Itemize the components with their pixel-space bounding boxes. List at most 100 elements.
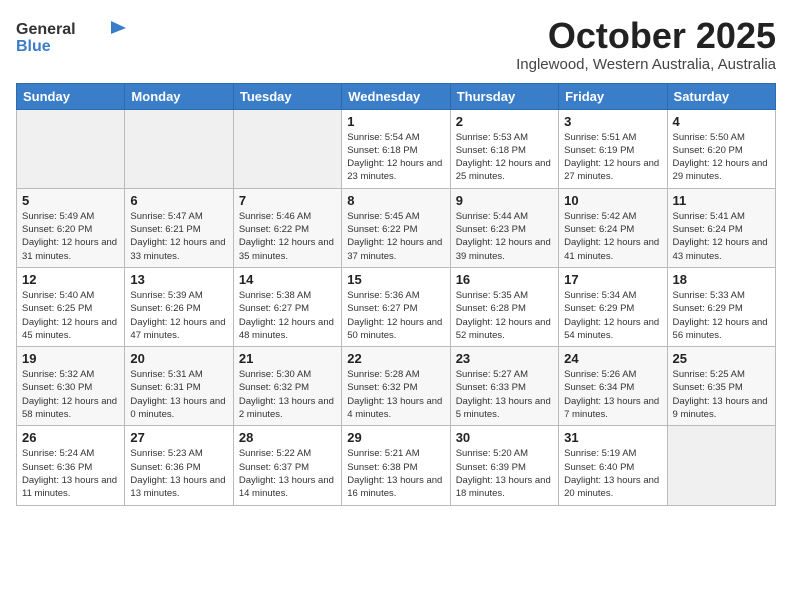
calendar-week-row: 19 Sunrise: 5:32 AM Sunset: 6:30 PM Dayli…	[17, 347, 776, 426]
calendar-day-cell: 25Sunrise: 5:25 AM Sunset: 6:35 PM Dayli…	[667, 347, 775, 426]
day-info: Sunrise: 5:30 AM Sunset: 6:32 PM Dayligh…	[239, 368, 336, 421]
calendar-day-cell: 30 Sunrise: 5:20 AM Sunset: 6:39 PM Dayli…	[450, 426, 558, 505]
calendar-day-cell: 3 Sunrise: 5:51 AM Sunset: 6:19 PM Daylig…	[559, 109, 667, 188]
calendar-day-cell: 27 Sunrise: 5:23 AM Sunset: 6:36 PM Dayli…	[125, 426, 233, 505]
logo-icon: General Blue	[16, 16, 126, 56]
calendar-day-cell: 13 Sunrise: 5:39 AM Sunset: 6:26 PM Dayli…	[125, 267, 233, 346]
calendar-day-cell: 22 Sunrise: 5:28 AM Sunset: 6:32 PM Dayli…	[342, 347, 450, 426]
calendar-table: SundayMondayTuesdayWednesdayThursdayFrid…	[16, 83, 776, 506]
calendar-week-row: 5 Sunrise: 5:49 AM Sunset: 6:20 PM Daylig…	[17, 188, 776, 267]
day-info: Sunrise: 5:41 AM Sunset: 6:24 PM Dayligh…	[673, 210, 770, 263]
day-number: 5	[22, 193, 119, 208]
day-info: Sunrise: 5:44 AM Sunset: 6:23 PM Dayligh…	[456, 210, 553, 263]
day-info: Sunrise: 5:19 AM Sunset: 6:40 PM Dayligh…	[564, 447, 661, 500]
day-number: 4	[673, 114, 770, 129]
day-info: Sunrise: 5:53 AM Sunset: 6:18 PM Dayligh…	[456, 131, 553, 184]
svg-text:Blue: Blue	[16, 38, 51, 55]
day-number: 3	[564, 114, 661, 129]
day-number: 22	[347, 351, 444, 366]
weekday-header-wednesday: Wednesday	[342, 83, 450, 109]
day-number: 17	[564, 272, 661, 287]
day-info: Sunrise: 5:47 AM Sunset: 6:21 PM Dayligh…	[130, 210, 227, 263]
day-number: 8	[347, 193, 444, 208]
day-info: Sunrise: 5:34 AM Sunset: 6:29 PM Dayligh…	[564, 289, 661, 342]
day-info: Sunrise: 5:49 AM Sunset: 6:20 PM Dayligh…	[22, 210, 119, 263]
day-info: Sunrise: 5:46 AM Sunset: 6:22 PM Dayligh…	[239, 210, 336, 263]
calendar-day-cell: 2 Sunrise: 5:53 AM Sunset: 6:18 PM Daylig…	[450, 109, 558, 188]
day-info: Sunrise: 5:21 AM Sunset: 6:38 PM Dayligh…	[347, 447, 444, 500]
day-number: 23	[456, 351, 553, 366]
day-number: 24	[564, 351, 661, 366]
day-number: 14	[239, 272, 336, 287]
day-number: 26	[22, 430, 119, 445]
calendar-day-cell: 21 Sunrise: 5:30 AM Sunset: 6:32 PM Dayli…	[233, 347, 341, 426]
day-number: 1	[347, 114, 444, 129]
day-info: Sunrise: 5:35 AM Sunset: 6:28 PM Dayligh…	[456, 289, 553, 342]
calendar-day-cell: 28Sunrise: 5:22 AM Sunset: 6:37 PM Dayli…	[233, 426, 341, 505]
calendar-day-cell: 18Sunrise: 5:33 AM Sunset: 6:29 PM Dayli…	[667, 267, 775, 346]
day-number: 7	[239, 193, 336, 208]
day-number: 2	[456, 114, 553, 129]
calendar-day-cell: 16 Sunrise: 5:35 AM Sunset: 6:28 PM Dayli…	[450, 267, 558, 346]
day-info: Sunrise: 5:54 AM Sunset: 6:18 PM Dayligh…	[347, 131, 444, 184]
day-number: 9	[456, 193, 553, 208]
day-info: Sunrise: 5:40 AM Sunset: 6:25 PM Dayligh…	[22, 289, 119, 342]
calendar-day-cell: 26 Sunrise: 5:24 AM Sunset: 6:36 PM Dayli…	[17, 426, 125, 505]
month-title: October 2025	[516, 16, 776, 56]
weekday-header-row: SundayMondayTuesdayWednesdayThursdayFrid…	[17, 83, 776, 109]
day-info: Sunrise: 5:38 AM Sunset: 6:27 PM Dayligh…	[239, 289, 336, 342]
weekday-header-thursday: Thursday	[450, 83, 558, 109]
day-info: Sunrise: 5:23 AM Sunset: 6:36 PM Dayligh…	[130, 447, 227, 500]
day-number: 30	[456, 430, 553, 445]
location-subtitle: Inglewood, Western Australia, Australia	[516, 56, 776, 73]
calendar-week-row: 26 Sunrise: 5:24 AM Sunset: 6:36 PM Dayli…	[17, 426, 776, 505]
calendar-day-cell: 20Sunrise: 5:31 AM Sunset: 6:31 PM Dayli…	[125, 347, 233, 426]
day-info: Sunrise: 5:20 AM Sunset: 6:39 PM Dayligh…	[456, 447, 553, 500]
calendar-day-cell: 14 Sunrise: 5:38 AM Sunset: 6:27 PM Dayli…	[233, 267, 341, 346]
day-info: Sunrise: 5:36 AM Sunset: 6:27 PM Dayligh…	[347, 289, 444, 342]
calendar-day-cell: 29 Sunrise: 5:21 AM Sunset: 6:38 PM Dayli…	[342, 426, 450, 505]
day-info: Sunrise: 5:50 AM Sunset: 6:20 PM Dayligh…	[673, 131, 770, 184]
calendar-day-cell	[233, 109, 341, 188]
day-number: 16	[456, 272, 553, 287]
day-number: 19	[22, 351, 119, 366]
day-info: Sunrise: 5:51 AM Sunset: 6:19 PM Dayligh…	[564, 131, 661, 184]
day-number: 29	[347, 430, 444, 445]
day-number: 31	[564, 430, 661, 445]
day-number: 27	[130, 430, 227, 445]
day-info: Sunrise: 5:27 AM Sunset: 6:33 PM Dayligh…	[456, 368, 553, 421]
calendar-week-row: 1 Sunrise: 5:54 AM Sunset: 6:18 PM Daylig…	[17, 109, 776, 188]
calendar-day-cell: 1 Sunrise: 5:54 AM Sunset: 6:18 PM Daylig…	[342, 109, 450, 188]
calendar-day-cell: 15Sunrise: 5:36 AM Sunset: 6:27 PM Dayli…	[342, 267, 450, 346]
day-info: Sunrise: 5:24 AM Sunset: 6:36 PM Dayligh…	[22, 447, 119, 500]
day-info: Sunrise: 5:42 AM Sunset: 6:24 PM Dayligh…	[564, 210, 661, 263]
weekday-header-monday: Monday	[125, 83, 233, 109]
calendar-day-cell	[667, 426, 775, 505]
title-section: October 2025 Inglewood, Western Australi…	[516, 16, 776, 73]
weekday-header-tuesday: Tuesday	[233, 83, 341, 109]
weekday-header-sunday: Sunday	[17, 83, 125, 109]
day-info: Sunrise: 5:28 AM Sunset: 6:32 PM Dayligh…	[347, 368, 444, 421]
page-header: General Blue October 2025 Inglewood, Wes…	[16, 16, 776, 73]
day-number: 13	[130, 272, 227, 287]
day-number: 21	[239, 351, 336, 366]
calendar-day-cell	[17, 109, 125, 188]
day-info: Sunrise: 5:39 AM Sunset: 6:26 PM Dayligh…	[130, 289, 227, 342]
day-number: 11	[673, 193, 770, 208]
day-info: Sunrise: 5:26 AM Sunset: 6:34 PM Dayligh…	[564, 368, 661, 421]
calendar-day-cell: 17 Sunrise: 5:34 AM Sunset: 6:29 PM Dayli…	[559, 267, 667, 346]
calendar-day-cell: 11 Sunrise: 5:41 AM Sunset: 6:24 PM Dayli…	[667, 188, 775, 267]
day-info: Sunrise: 5:22 AM Sunset: 6:37 PM Dayligh…	[239, 447, 336, 500]
calendar-day-cell: 9 Sunrise: 5:44 AM Sunset: 6:23 PM Daylig…	[450, 188, 558, 267]
calendar-day-cell: 24 Sunrise: 5:26 AM Sunset: 6:34 PM Dayli…	[559, 347, 667, 426]
day-number: 12	[22, 272, 119, 287]
logo: General Blue	[16, 16, 126, 56]
day-number: 18	[673, 272, 770, 287]
calendar-day-cell: 31 Sunrise: 5:19 AM Sunset: 6:40 PM Dayli…	[559, 426, 667, 505]
calendar-day-cell: 12 Sunrise: 5:40 AM Sunset: 6:25 PM Dayli…	[17, 267, 125, 346]
day-info: Sunrise: 5:32 AM Sunset: 6:30 PM Dayligh…	[22, 368, 119, 421]
day-number: 20	[130, 351, 227, 366]
weekday-header-saturday: Saturday	[667, 83, 775, 109]
day-info: Sunrise: 5:45 AM Sunset: 6:22 PM Dayligh…	[347, 210, 444, 263]
calendar-day-cell: 8 Sunrise: 5:45 AM Sunset: 6:22 PM Daylig…	[342, 188, 450, 267]
